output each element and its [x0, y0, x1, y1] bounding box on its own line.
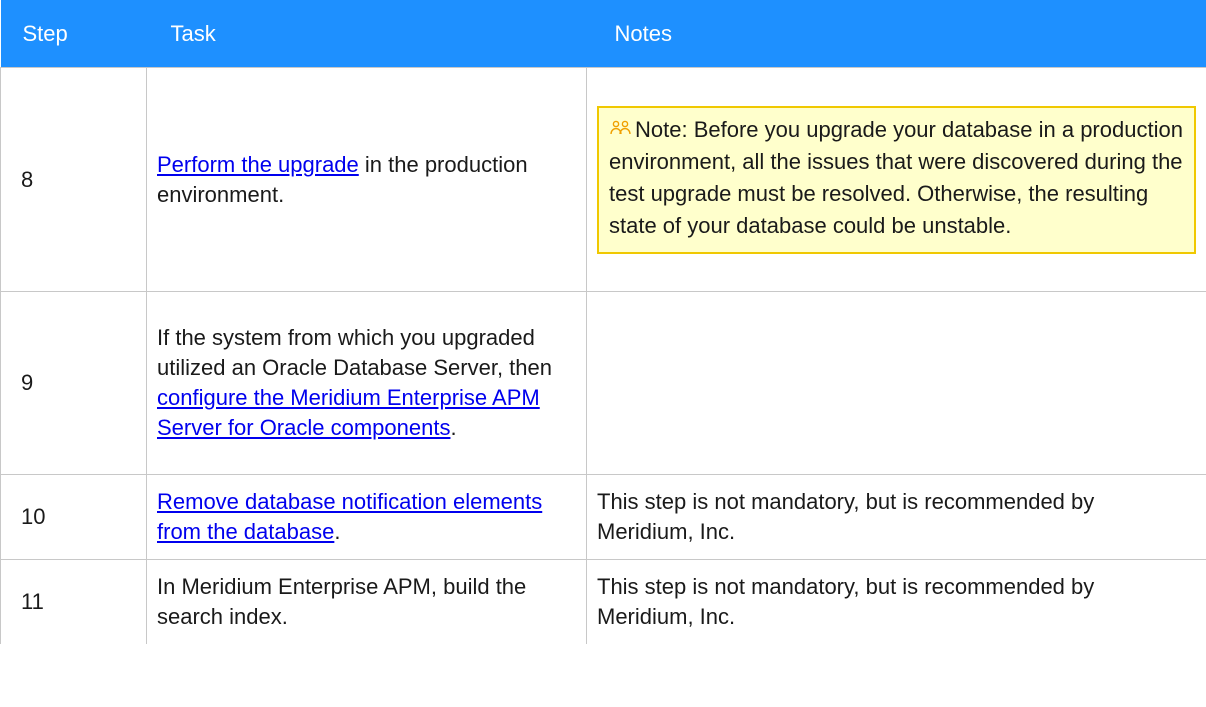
note-label: Note: — [635, 116, 688, 142]
perform-upgrade-link[interactable]: Perform the upgrade — [157, 152, 359, 177]
notes-cell — [586, 291, 1206, 475]
header-step: Step — [0, 0, 147, 68]
note-callout: Note: Before you upgrade your database i… — [597, 105, 1196, 254]
step-number: 11 — [0, 559, 147, 644]
task-cell: Perform the upgrade in the production en… — [146, 67, 587, 292]
task-cell: Remove database notification elements fr… — [146, 474, 587, 560]
header-task: Task — [146, 0, 587, 68]
task-cell: If the system from which you upgraded ut… — [146, 291, 587, 475]
task-cell: In Meridium Enterprise APM, build the se… — [146, 559, 587, 644]
table-row: 9 If the system from which you upgraded … — [0, 291, 1206, 475]
table-header-row: Step Task Notes — [0, 0, 1206, 68]
header-notes: Notes — [586, 0, 1206, 68]
notes-cell: This step is not mandatory, but is recom… — [586, 559, 1206, 644]
configure-oracle-link[interactable]: configure the Meridium Enterprise APM Se… — [157, 385, 540, 440]
upgrade-steps-table: Step Task Notes 8 Perform the upgrade in… — [0, 0, 1206, 644]
remove-notification-elements-link[interactable]: Remove database notification elements fr… — [157, 489, 542, 544]
notes-cell: This step is not mandatory, but is recom… — [586, 474, 1206, 560]
note-text: Before you upgrade your database in a pr… — [609, 116, 1183, 238]
step-number: 10 — [0, 474, 147, 560]
table-row: 11 In Meridium Enterprise APM, build the… — [0, 559, 1206, 644]
task-text-end: . — [334, 519, 341, 544]
table-row: 8 Perform the upgrade in the production … — [0, 67, 1206, 292]
people-icon — [609, 114, 633, 146]
task-text-end: . — [450, 415, 457, 440]
table-row: 10 Remove database notification elements… — [0, 474, 1206, 560]
task-text: If the system from which you upgraded ut… — [157, 325, 553, 380]
notes-cell: Note: Before you upgrade your database i… — [586, 67, 1206, 292]
step-number: 8 — [0, 67, 147, 292]
step-number: 9 — [0, 291, 147, 475]
